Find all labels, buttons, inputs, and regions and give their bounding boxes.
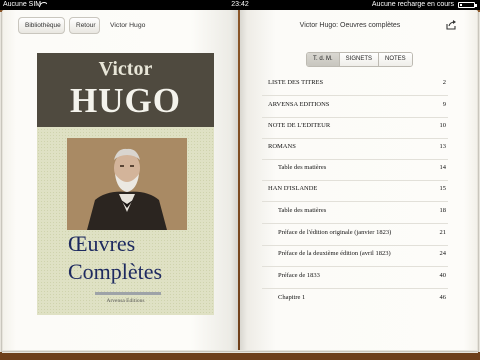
tab-table-of-contents[interactable]: T. d. M. [307,53,340,66]
toc-entry[interactable]: ROMANS 13 [262,138,448,160]
toc-entry[interactable]: ARVENSA EDITIONS 9 [262,96,448,118]
toc-entry-page: 24 [439,250,447,257]
toc-entry[interactable]: Table des matières 14 [262,159,448,181]
toc-entry[interactable]: NOTE DE L'EDITEUR 10 [262,117,448,139]
tab-notes[interactable]: NOTES [379,53,412,66]
library-button[interactable]: Bibliothèque [18,17,65,34]
toc-entry[interactable]: Préface de 1833 40 [262,267,448,289]
toc-entry[interactable]: Préface de la deuxième édition (avril 18… [262,245,448,267]
book-author-title: Victor Hugo [110,22,146,29]
toc-entry-page: 13 [439,143,447,150]
author-portrait [67,138,187,230]
cover-divider [95,292,161,295]
toc-entry-page: 21 [439,229,447,236]
cover-title-line2: Complètes [68,259,163,284]
toc-entry-page: 2 [442,79,446,86]
toc-entry-title: HAN D'ISLANDE [268,185,318,192]
book-title: Victor Hugo: Oeuvres complètes [299,22,401,29]
toc-segmented-control[interactable]: T. d. M. SIGNETS NOTES [306,52,413,67]
share-icon[interactable] [446,20,457,30]
cover-header-band: Victor HUGO [37,53,214,127]
toc-entry-page: 10 [439,122,447,129]
toc-entry[interactable]: HAN D'ISLANDE 15 [262,180,448,202]
toc-entry-title: NOTE DE L'EDITEUR [268,122,331,129]
charge-status: Aucune recharge en cours [371,1,454,8]
battery-icon [458,2,477,8]
toc-entry-title: ROMANS [268,143,296,150]
back-button[interactable]: Retour [69,17,100,34]
toc-entry[interactable]: LISTE DES TITRES 2 [262,74,448,96]
status-bar: Aucune SIM 23:42 Aucune recharge en cour… [0,0,480,10]
cover-publisher: Arvensa Editions [106,298,145,304]
toc-entry-title: Préface de 1833 [278,272,320,279]
left-page-edge [0,12,3,352]
toc-entry-title: ARVENSA EDITIONS [268,101,330,108]
cover-author-first: Victor [98,58,153,80]
tab-bookmarks[interactable]: SIGNETS [339,53,380,66]
toc-entry-page: 40 [439,272,447,279]
toc-entry-page: 18 [439,207,447,214]
page-bottom-edge [2,350,478,353]
toc-entry-title: Chapitre 1 [278,294,306,301]
toc-entry[interactable]: Chapitre 1 46 [262,289,448,311]
cover-title-line1: Œuvres [68,231,136,256]
toc-entry-title: Table des matières [278,164,327,171]
toc-entry-page: 9 [442,101,446,108]
toc-entry-page: 15 [439,185,447,192]
toc-entry-page: 46 [439,294,447,301]
toc-entry-title: LISTE DES TITRES [268,79,324,86]
toc-entry[interactable]: Préface de l'édition originale (janvier … [262,224,448,246]
battery-level [460,4,462,6]
book-cover-image: Victor HUGO Œuvres Complètes Arvensa Edi… [37,53,214,315]
toc-entry-title: Préface de l'édition originale (janvier … [278,229,392,236]
toc-entry-page: 14 [439,164,447,171]
cover-author-last: HUGO [70,81,181,120]
toc-entry-title: Table des matières [278,207,327,214]
toc-entry-title: Préface de la deuxième édition (avril 18… [278,250,391,257]
toc-entry[interactable]: Table des matières 18 [262,202,448,224]
